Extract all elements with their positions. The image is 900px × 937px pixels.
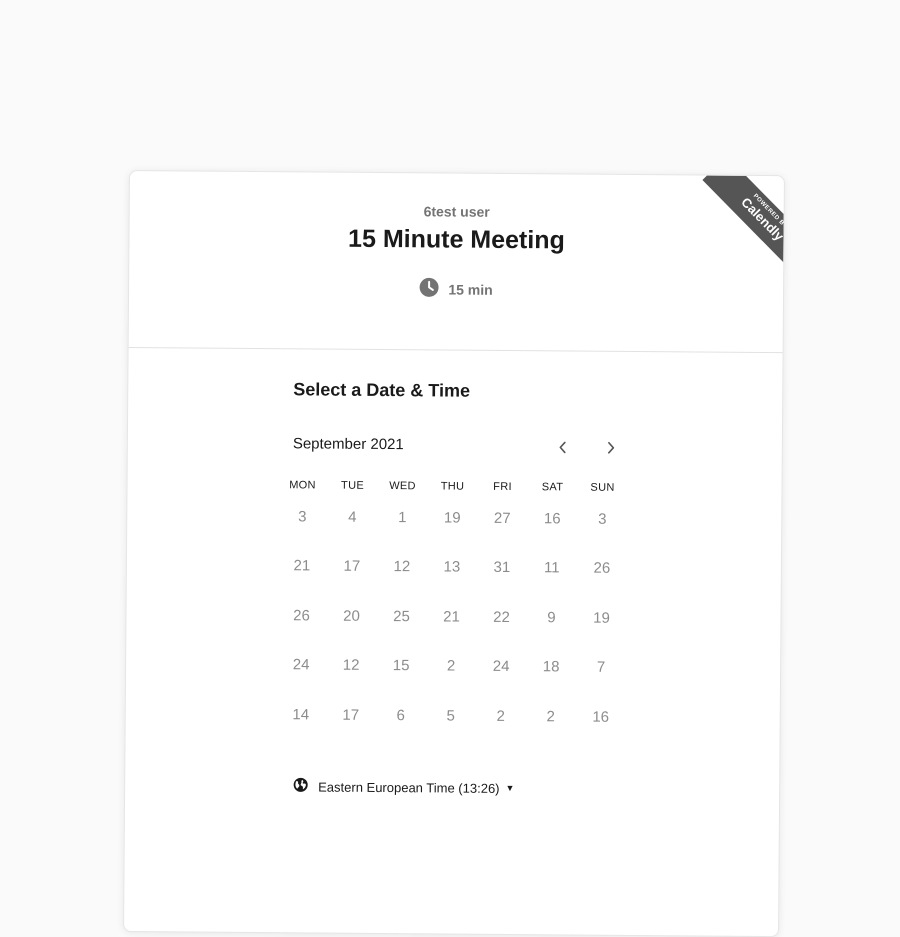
chevron-right-icon [607,441,615,454]
weekday-header-tue: TUE [341,479,365,492]
month-label: September 2021 [292,435,404,454]
calendar-date: 7 [596,658,606,676]
weekday-header-fri: FRI [493,480,512,494]
calendar-date: 11 [544,559,560,577]
calendar-date: 9 [547,608,556,626]
calendar-date: 2 [496,707,505,725]
calendar-date: 17 [343,557,361,575]
calendar-date: 1 [398,508,407,526]
calendar-date: 19 [443,508,461,527]
calendar-date: 3 [298,507,307,525]
calendar-date: 31 [493,558,511,577]
calendar-date: 2 [546,707,555,725]
next-month-button[interactable] [599,436,623,460]
weekday-header-sun: SUN [590,481,615,494]
calendar-date: 13 [443,558,461,576]
weekday-header-row: MON TUE WED THU FRI SAT SUN [277,479,627,494]
calendar-date: 19 [593,609,610,627]
duration-label: 15 min [448,281,493,298]
caret-down-icon: ▼ [505,782,515,794]
calendar-date: 21 [293,557,311,575]
weekday-header-wed: WED [389,480,416,493]
event-duration: 15 min [129,275,783,303]
chevron-left-icon [559,441,566,454]
timezone-label: Eastern European Time (13:26) [318,779,500,796]
calendar-date: 12 [393,558,411,576]
calendar-date: 14 [292,705,310,723]
calendar-date: 21 [443,607,460,626]
calendar-date: 2 [446,657,456,675]
date-grid: 3 4 1 19 27 16 3 21 17 12 13 31 11 26 26 20 25 21 22 9 19 24 1… [275,505,627,755]
clock-icon [419,277,439,300]
calendar-date: 27 [493,509,511,527]
weekday-header-mon: MON [289,479,316,492]
weekday-header-thu: THU [440,480,465,493]
weekday-header-sat: SAT [541,481,564,494]
calendar-date: 18 [542,658,560,676]
calendar-date: 15 [392,657,410,675]
calendar-date: 4 [348,508,357,526]
previous-month-button[interactable] [551,435,575,459]
globe-icon [293,777,308,795]
calendar-date: 22 [493,608,510,626]
calendar-date: 12 [342,656,360,674]
calendar-date: 25 [393,607,410,625]
calendar-date: 16 [592,708,610,726]
calendar-date: 6 [396,706,405,724]
calendar-date: 26 [593,559,611,577]
calendar-date: 5 [446,707,455,725]
calendar-date: 16 [543,509,561,527]
event-header: 6test user 15 Minute Meeting 15 min POWE… [128,171,784,354]
section-title: Select a Date & Time [293,379,471,401]
calendar-date: 3 [598,510,607,528]
powered-by-calendly-ribbon[interactable]: POWERED BY Calendly [683,175,784,277]
booking-card: 6test user 15 Minute Meeting 15 min POWE… [123,170,785,937]
calendar-date: 20 [343,607,360,625]
calendar-date: 17 [342,706,360,724]
calendar-date: 26 [293,606,310,624]
timezone-selector[interactable]: Eastern European Time (13:26) ▼ [293,777,515,797]
calendar-date: 24 [492,657,510,676]
calendar-date: 24 [292,656,310,674]
month-navigation: September 2021 [293,433,623,460]
